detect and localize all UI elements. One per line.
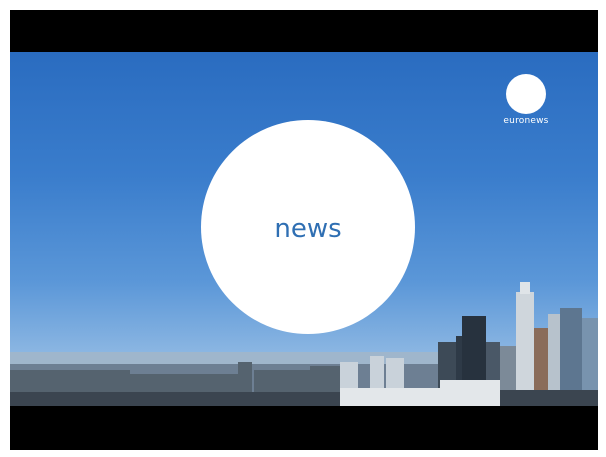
euronews-logo-icon xyxy=(506,74,546,114)
video-frame[interactable]: euronews news xyxy=(10,10,598,450)
brand-logo-text: euronews xyxy=(503,116,549,126)
news-title-circle: news xyxy=(201,120,415,334)
video-scene: euronews news xyxy=(10,52,598,406)
headline-word: news xyxy=(274,214,342,244)
